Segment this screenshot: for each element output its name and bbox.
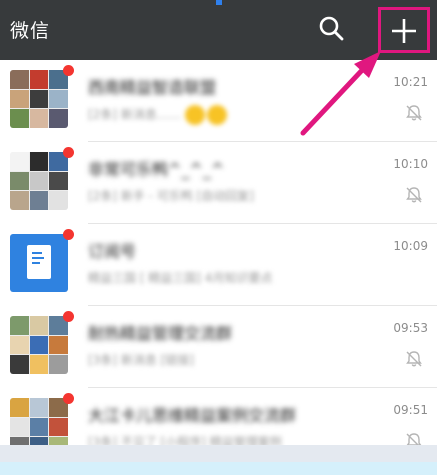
unread-dot <box>63 393 74 404</box>
mute-icon <box>406 105 422 121</box>
chat-preview: [2条] 新手 - 可乐鸭 [自动回复] <box>88 189 254 203</box>
chat-name: 西南精益智造联盟 <box>88 78 217 97</box>
chat-time: 10:10 <box>393 157 428 171</box>
chat-list: 西南精益智造联盟 [2条] 新消息…… 10:21 非常可乐鸭^_^_^ [2条… <box>0 60 437 456</box>
chat-name: 耐热精益管理交流群 <box>88 324 233 343</box>
chat-name: 大江卡儿思维精益案例交流群 <box>88 406 297 425</box>
unread-dot <box>63 147 74 158</box>
top-bar: 微信 <box>0 0 437 60</box>
bottom-accent <box>0 462 437 475</box>
chat-time: 09:53 <box>393 321 428 335</box>
group-avatar <box>10 152 68 210</box>
document-icon <box>27 245 51 279</box>
plus-icon <box>392 19 416 43</box>
search-button[interactable] <box>317 14 347 44</box>
bottom-strip <box>0 445 437 475</box>
chat-row[interactable]: 非常可乐鸭^_^_^ [2条] 新手 - 可乐鸭 [自动回复] 10:10 <box>0 142 437 224</box>
chat-row[interactable]: 订阅号 精益三国 [ 精益三国] 4月知识要点 10:09 <box>0 224 437 306</box>
search-icon <box>319 16 344 41</box>
chat-preview: 精益三国 [ 精益三国] 4月知识要点 <box>88 271 273 285</box>
add-button[interactable] <box>378 7 430 53</box>
chat-preview: [2条] 新消息…… <box>88 105 229 125</box>
chat-name: 非常可乐鸭^_^_^ <box>88 160 225 179</box>
mute-icon <box>406 351 422 367</box>
group-avatar <box>10 70 68 128</box>
unread-dot <box>63 65 74 76</box>
chat-row[interactable]: 耐热精益管理交流群 [3条] 新消息 [链接] 09:53 <box>0 306 437 388</box>
chat-time: 10:09 <box>393 239 428 253</box>
chat-preview: [3条] 新消息 [链接] <box>88 353 194 367</box>
unread-dot <box>63 311 74 322</box>
mute-icon <box>406 187 422 203</box>
chat-name: 订阅号 <box>88 242 137 261</box>
unread-dot <box>63 229 74 240</box>
chat-time: 10:21 <box>393 75 428 89</box>
status-indicator <box>216 0 222 5</box>
app-title: 微信 <box>10 20 51 42</box>
chat-time: 09:51 <box>393 403 428 417</box>
subscription-avatar <box>10 234 68 292</box>
chat-row[interactable]: 西南精益智造联盟 [2条] 新消息…… 10:21 <box>0 60 437 142</box>
group-avatar <box>10 316 68 374</box>
